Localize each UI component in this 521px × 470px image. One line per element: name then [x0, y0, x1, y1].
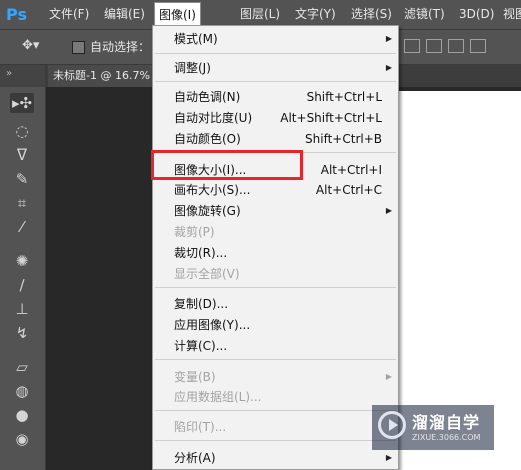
menu-item-label: 变量(B) — [174, 370, 216, 384]
menu-separator — [155, 359, 396, 360]
menu-item-shortcut: Shift+Ctrl+B — [305, 132, 382, 146]
menu-item-duplicate[interactable]: 复制(D)... — [153, 294, 398, 314]
menu-item-label: 图像旋转(G) — [174, 204, 241, 218]
menu-3d[interactable]: 3D(D) — [455, 0, 498, 29]
dodge-tool-icon[interactable]: ◉ — [10, 429, 34, 449]
submenu-arrow-icon: ▶ — [385, 206, 392, 215]
menu-item-crop: 裁剪(P) — [153, 222, 398, 242]
move-icon[interactable]: ✥▾ — [22, 38, 39, 53]
menu-item-calculations[interactable]: 计算(C)... — [153, 336, 398, 356]
menu-view[interactable]: 视图( — [499, 0, 521, 29]
menu-item-label: 陷印(T)... — [174, 420, 227, 434]
align-left-icon[interactable] — [470, 39, 486, 53]
menu-item-apply-data-set: 应用数据组(L)... — [153, 387, 398, 407]
marquee-tool-icon[interactable]: ◌ — [10, 121, 34, 141]
menu-item-canvas-size[interactable]: 画布大小(S)... Alt+Ctrl+C — [153, 180, 398, 200]
menu-separator — [155, 287, 396, 288]
menu-item-label: 计算(C)... — [174, 339, 228, 353]
lasso-tool-icon[interactable]: ᐁ — [10, 145, 34, 165]
align-middle-icon[interactable] — [426, 39, 442, 53]
photoshop-logo: Ps — [6, 5, 27, 24]
menu-separator — [155, 410, 396, 411]
menu-item-label: 应用数据组(L)... — [174, 390, 262, 404]
menu-item-image-rotation[interactable]: 图像旋转(G) ▶ — [153, 201, 398, 221]
menu-item-trim[interactable]: 裁切(R)... — [153, 243, 398, 263]
auto-select-checkbox[interactable] — [72, 41, 85, 54]
document-tab[interactable]: 未标题-1 @ 16.7% — [48, 65, 163, 87]
menu-item-variables: 变量(B) ▶ — [153, 367, 398, 387]
menu-item-auto-contrast[interactable]: 自动对比度(U) Alt+Shift+Ctrl+L — [153, 108, 398, 128]
align-bottom-icon[interactable] — [448, 39, 464, 53]
brush-tool-icon[interactable]: ∕ — [10, 275, 34, 295]
menu-item-trap: 陷印(T)... — [153, 417, 398, 437]
menu-item-apply-image[interactable]: 应用图像(Y)... — [153, 315, 398, 335]
menu-item-label: 显示全部(V) — [174, 267, 240, 281]
submenu-arrow-icon: ▶ — [385, 63, 392, 72]
toolbar-collapse-icon[interactable]: » — [0, 65, 45, 87]
quick-select-tool-icon[interactable]: ✎ — [10, 169, 34, 189]
menu-item-label: 复制(D)... — [174, 297, 229, 311]
menu-item-label: 分析(A) — [174, 451, 216, 465]
menu-item-label: 应用图像(Y)... — [174, 318, 251, 332]
menu-item-shortcut: Alt+Shift+Ctrl+L — [280, 111, 382, 125]
eyedropper-tool-icon[interactable]: ⁄ — [10, 217, 34, 237]
crop-tool-icon[interactable]: ⌗ — [10, 193, 34, 213]
submenu-arrow-icon: ▶ — [385, 453, 392, 462]
watermark-title: 溜溜自学 — [412, 413, 481, 432]
image-menu-dropdown: 模式(M) ▶ 调整(J) ▶ 自动色调(N) Shift+Ctrl+L 自动对… — [152, 25, 399, 470]
align-buttons — [404, 39, 486, 53]
menu-edit[interactable]: 编辑(E) — [100, 0, 149, 29]
move-tool-icon[interactable]: ▸✣ — [10, 93, 34, 113]
menu-item-auto-color[interactable]: 自动颜色(O) Shift+Ctrl+B — [153, 129, 398, 149]
menu-filter[interactable]: 滤镜(T) — [400, 0, 449, 29]
menu-item-label: 模式(M) — [174, 32, 218, 46]
menu-file[interactable]: 文件(F) — [45, 0, 93, 29]
menu-item-shortcut: Shift+Ctrl+L — [306, 90, 382, 104]
gradient-tool-icon[interactable]: ◍ — [10, 381, 34, 401]
watermark-subtitle: ZIXUE.3066.COM — [412, 433, 481, 442]
menu-item-reveal-all: 显示全部(V) — [153, 264, 398, 284]
menu-item-label: 裁切(R)... — [174, 246, 228, 260]
clone-stamp-tool-icon[interactable]: ⊥ — [10, 299, 34, 319]
healing-brush-tool-icon[interactable]: ✺ — [10, 251, 34, 271]
submenu-arrow-icon: ▶ — [385, 372, 392, 381]
menu-item-shortcut: Alt+Ctrl+C — [315, 183, 382, 197]
menu-item-auto-tone[interactable]: 自动色调(N) Shift+Ctrl+L — [153, 87, 398, 107]
watermark: 溜溜自学 ZIXUE.3066.COM — [372, 405, 494, 450]
tools-panel: ▸✣ ◌ ᐁ ✎ ⌗ ⁄ ✺ ∕ ⊥ ↯ ▱ ◍ ● ◉ — [0, 87, 46, 470]
menu-item-label: 调整(J) — [174, 61, 211, 75]
eraser-tool-icon[interactable]: ▱ — [10, 357, 34, 377]
menu-item-adjustments[interactable]: 调整(J) ▶ — [153, 58, 398, 78]
menu-separator — [155, 53, 396, 54]
menu-item-analysis[interactable]: 分析(A) ▶ — [153, 448, 398, 468]
menu-item-label: 自动色调(N) — [174, 90, 241, 104]
menu-separator — [155, 440, 396, 441]
menu-separator — [155, 81, 396, 82]
menu-item-shortcut: Alt+Ctrl+I — [320, 163, 382, 177]
blur-tool-icon[interactable]: ● — [10, 405, 34, 425]
menu-item-label: 自动对比度(U) — [174, 111, 253, 125]
play-logo-icon — [378, 411, 406, 439]
align-top-icon[interactable] — [404, 39, 420, 53]
highlight-box — [151, 150, 303, 180]
menu-item-label: 裁剪(P) — [174, 225, 215, 239]
menu-item-label: 画布大小(S)... — [174, 183, 251, 197]
menu-item-mode[interactable]: 模式(M) ▶ — [153, 29, 398, 49]
history-brush-tool-icon[interactable]: ↯ — [10, 323, 34, 343]
auto-select-label: 自动选择： — [90, 40, 151, 54]
submenu-arrow-icon: ▶ — [385, 34, 392, 43]
menu-item-label: 自动颜色(O) — [174, 132, 241, 146]
